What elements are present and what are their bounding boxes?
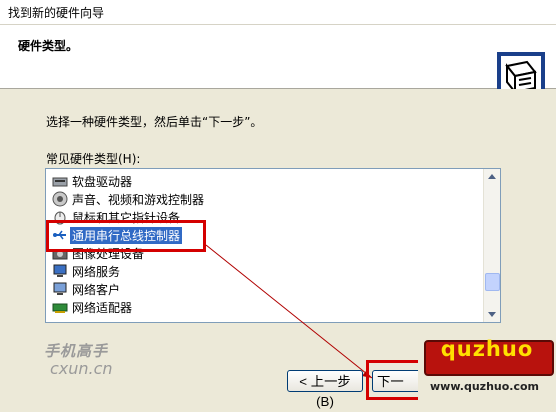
brand-logo: quzhuo www.quzhuo.com bbox=[418, 336, 556, 404]
brand-url: www.quzhuo.com bbox=[430, 380, 540, 393]
back-button[interactable]: < 上一步(B) bbox=[287, 370, 363, 409]
brand-name: quzhuo bbox=[440, 337, 534, 361]
watermark-bottom: cxun.cn bbox=[50, 359, 113, 378]
watermark-top: 手机高手 bbox=[44, 342, 109, 360]
